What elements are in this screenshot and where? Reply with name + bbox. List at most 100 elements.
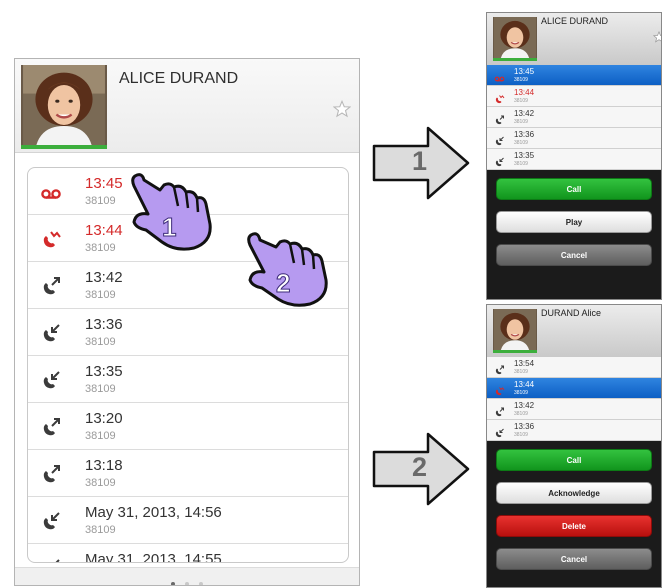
call-time: 13:35	[85, 363, 123, 380]
call-time: 13:18	[85, 457, 123, 474]
call-time: 13:45	[514, 67, 535, 76]
acknowledge-button[interactable]: Acknowledge	[496, 482, 652, 504]
call-number: 38109	[514, 77, 528, 83]
action-sheet: Call Acknowledge Delete Cancel	[487, 441, 661, 570]
call-history-list: 13:54 38109 13:44 38109 13:42 38109 13:36 38109	[487, 357, 661, 441]
incoming-call-icon	[494, 425, 505, 438]
contact-name: DURAND Alice	[541, 308, 602, 318]
call-history-row[interactable]: 13:42 38109	[487, 399, 661, 420]
page-dot[interactable]	[199, 582, 203, 585]
contact-name: ALICE DURAND	[541, 16, 609, 26]
page-indicator	[15, 573, 359, 585]
call-history-row[interactable]: 13:54 38109	[487, 357, 661, 378]
call-history-row[interactable]: May 31, 2013, 14:56 38109	[28, 497, 348, 544]
call-time: 13:36	[85, 316, 123, 333]
contact-avatar[interactable]	[21, 65, 107, 149]
call-button[interactable]: Call	[496, 449, 652, 471]
tap-hand-2: 2	[240, 228, 332, 308]
cancel-button[interactable]: Cancel	[496, 548, 652, 570]
contact-photo	[494, 17, 536, 58]
call-time: 13:54	[514, 359, 535, 368]
call-number: 38109	[85, 524, 116, 536]
step-arrow-1: 1	[372, 126, 470, 200]
contact-header: ALICE DURAND	[15, 59, 359, 153]
call-time: 13:44	[514, 88, 535, 97]
contact-avatar[interactable]	[493, 309, 537, 353]
call-history-row[interactable]: 13:44 38109	[487, 86, 661, 107]
call-number: 38109	[85, 289, 116, 301]
step-arrow-2: 2	[372, 432, 470, 506]
call-number: 38109	[514, 161, 528, 167]
step-number-2: 2	[412, 452, 428, 482]
call-history-row[interactable]: 13:36 38109	[487, 420, 661, 441]
page-dot[interactable]	[185, 582, 189, 585]
outgoing-call-icon	[40, 464, 62, 484]
incoming-call-icon	[494, 133, 505, 146]
outgoing-call-icon	[40, 276, 62, 296]
call-history-list: 13:45 38109 13:44 38109 13:42 38109 13:36 38109…	[487, 65, 661, 170]
incoming-call-icon	[40, 323, 62, 343]
call-history-row[interactable]: 13:18 38109	[28, 450, 348, 497]
call-history-row[interactable]: 13:42 38109	[487, 107, 661, 128]
call-time: May 31, 2013, 14:56	[85, 504, 222, 521]
call-button[interactable]: Call	[496, 178, 652, 200]
pointing-hand-icon: 1	[131, 173, 212, 251]
missed-call-icon	[494, 383, 505, 396]
outgoing-call-icon	[494, 362, 505, 375]
contact-photo	[23, 65, 105, 145]
call-number: 38109	[85, 195, 116, 207]
hand-number-2: 2	[276, 268, 290, 298]
call-time: 13:42	[85, 269, 123, 286]
contact-avatar[interactable]	[493, 17, 537, 61]
page-footer	[15, 567, 359, 585]
incoming-call-icon	[40, 370, 62, 390]
call-number: 38109	[514, 432, 528, 438]
missed-call-action-screen: DURAND Alice 13:54 38109 13:44 38109 13:42 38…	[486, 304, 662, 588]
favorite-star-icon[interactable]	[653, 31, 662, 43]
call-history-row[interactable]: 13:36 38109	[28, 309, 348, 356]
page-dot[interactable]	[171, 582, 175, 585]
call-number: 38109	[85, 430, 116, 442]
voicemail-call-icon	[40, 182, 62, 202]
call-number: 38109	[85, 336, 116, 348]
call-time: 13:45	[85, 175, 123, 192]
call-time: May 31, 2013, 14:55	[85, 551, 222, 563]
missed-call-icon	[40, 229, 62, 249]
call-time: 13:35	[514, 151, 535, 160]
favorite-star-icon[interactable]	[333, 100, 351, 118]
contact-header: ALICE DURAND	[487, 13, 661, 65]
call-history-row[interactable]: 13:35 38109	[487, 149, 661, 170]
call-time: 13:42	[514, 401, 535, 410]
call-number: 38109	[514, 98, 528, 104]
call-number: 38109	[85, 242, 116, 254]
call-history-row-selected[interactable]: 13:44 38109	[487, 378, 661, 399]
missed-call-icon	[494, 91, 505, 104]
call-number: 38109	[85, 383, 116, 395]
call-number: 38109	[514, 411, 528, 417]
call-history-row[interactable]: May 31, 2013, 14:5538109	[28, 544, 348, 563]
incoming-call-icon	[494, 154, 505, 167]
call-history-row[interactable]: 13:36 38109	[487, 128, 661, 149]
call-number: 38109	[514, 140, 528, 146]
call-number: 38109	[514, 119, 528, 125]
call-history-row[interactable]: 13:35 38109	[28, 356, 348, 403]
call-time: 13:20	[85, 410, 123, 427]
voicemail-call-icon	[494, 70, 505, 82]
delete-button[interactable]: Delete	[496, 515, 652, 537]
contact-name: ALICE DURAND	[119, 70, 239, 87]
incoming-call-icon	[40, 511, 62, 531]
play-button[interactable]: Play	[496, 211, 652, 233]
call-time: 13:44	[514, 380, 535, 389]
contact-photo	[494, 309, 536, 350]
outgoing-call-icon	[494, 404, 505, 417]
step-number-1: 1	[412, 146, 428, 176]
call-history-row-selected[interactable]: 13:45 38109	[487, 65, 661, 86]
call-time: 13:44	[85, 222, 123, 239]
pointing-hand-icon: 2	[247, 232, 328, 307]
call-number: 38109	[514, 390, 528, 396]
cancel-button[interactable]: Cancel	[496, 244, 652, 266]
call-number: 38109	[514, 369, 528, 375]
call-time: 13:36	[514, 422, 535, 431]
call-history-row[interactable]: 13:20 38109	[28, 403, 348, 450]
call-history-screen: ALICE DURAND 13:45 38109 13:44 38109 13:42 38…	[14, 58, 360, 586]
